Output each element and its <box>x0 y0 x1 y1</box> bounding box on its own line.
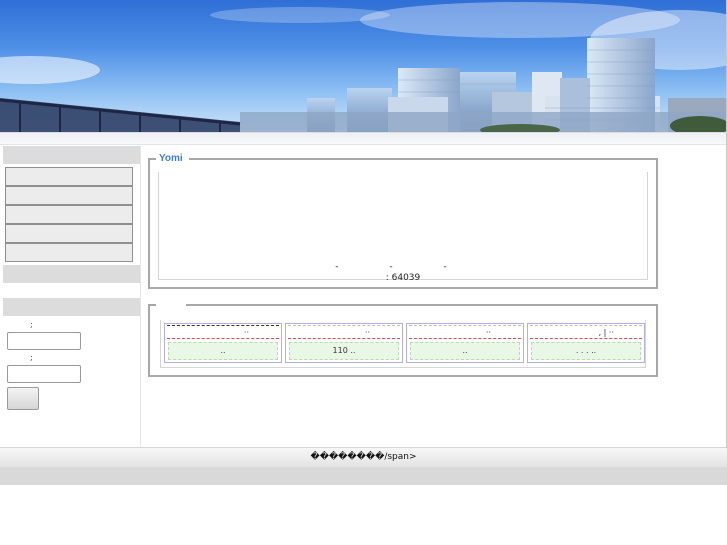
calendar-cell[interactable]: ·· 110 .. <box>285 323 403 363</box>
footer-text: ��������/span> <box>310 452 417 462</box>
calendar-cell-header: ·· <box>288 325 400 339</box>
sidebar: ; ; <box>0 146 141 447</box>
access-counter: : 64039 <box>385 273 421 283</box>
yomi-separator-text: - - - <box>335 262 471 272</box>
yomi-panel-content: - - - : 64039 <box>158 172 648 283</box>
sidebar-menu-item-2[interactable] <box>5 186 133 205</box>
footer-bar: ��������/span> <box>0 447 727 467</box>
yomi-panel-title: Yomi <box>156 153 189 165</box>
sidebar-menu-item-3[interactable] <box>5 205 133 224</box>
calendar-panel-content: ·· .. ·· 110 .. ·· .. , | ·· . . . .. <box>160 320 646 368</box>
calendar-cell-header: ·· <box>167 325 279 339</box>
calendar-cell[interactable]: , | ·· . . . .. <box>527 323 645 363</box>
calendar-cell[interactable]: ·· .. <box>406 323 524 363</box>
login-button[interactable] <box>7 387 39 410</box>
calendar-cell[interactable]: ·· .. <box>164 323 282 363</box>
sidebar-menu-item-1[interactable] <box>5 167 133 186</box>
sidebar-login-header <box>3 298 140 316</box>
calendar-panel: ·· .. ·· 110 .. ·· .. , | ·· . . . .. <box>148 299 658 377</box>
footer-gray-band <box>0 467 727 485</box>
username-label: ; <box>30 320 33 329</box>
yomi-panel: Yomi - - - : 64039 <box>148 153 658 289</box>
calendar-cell-header: , | ·· <box>530 325 642 339</box>
password-input[interactable] <box>7 365 81 383</box>
banner-shadow-strip <box>0 133 727 145</box>
calendar-cell-body: 110 .. <box>289 342 399 360</box>
calendar-cell-body: .. <box>168 342 278 360</box>
calendar-cell-header: ·· <box>409 325 521 339</box>
calendar-cell-body: .. <box>410 342 520 360</box>
sidebar-section-header <box>3 265 140 283</box>
sidebar-menu-item-4[interactable] <box>5 224 133 243</box>
username-input[interactable] <box>7 332 81 350</box>
calendar-panel-title <box>156 299 186 311</box>
calendar-cell-body: . . . .. <box>531 342 641 360</box>
sidebar-menu-item-5[interactable] <box>5 243 133 262</box>
sidebar-menu-header <box>3 146 140 164</box>
header-banner-image <box>0 0 727 133</box>
password-label: ; <box>30 353 33 362</box>
